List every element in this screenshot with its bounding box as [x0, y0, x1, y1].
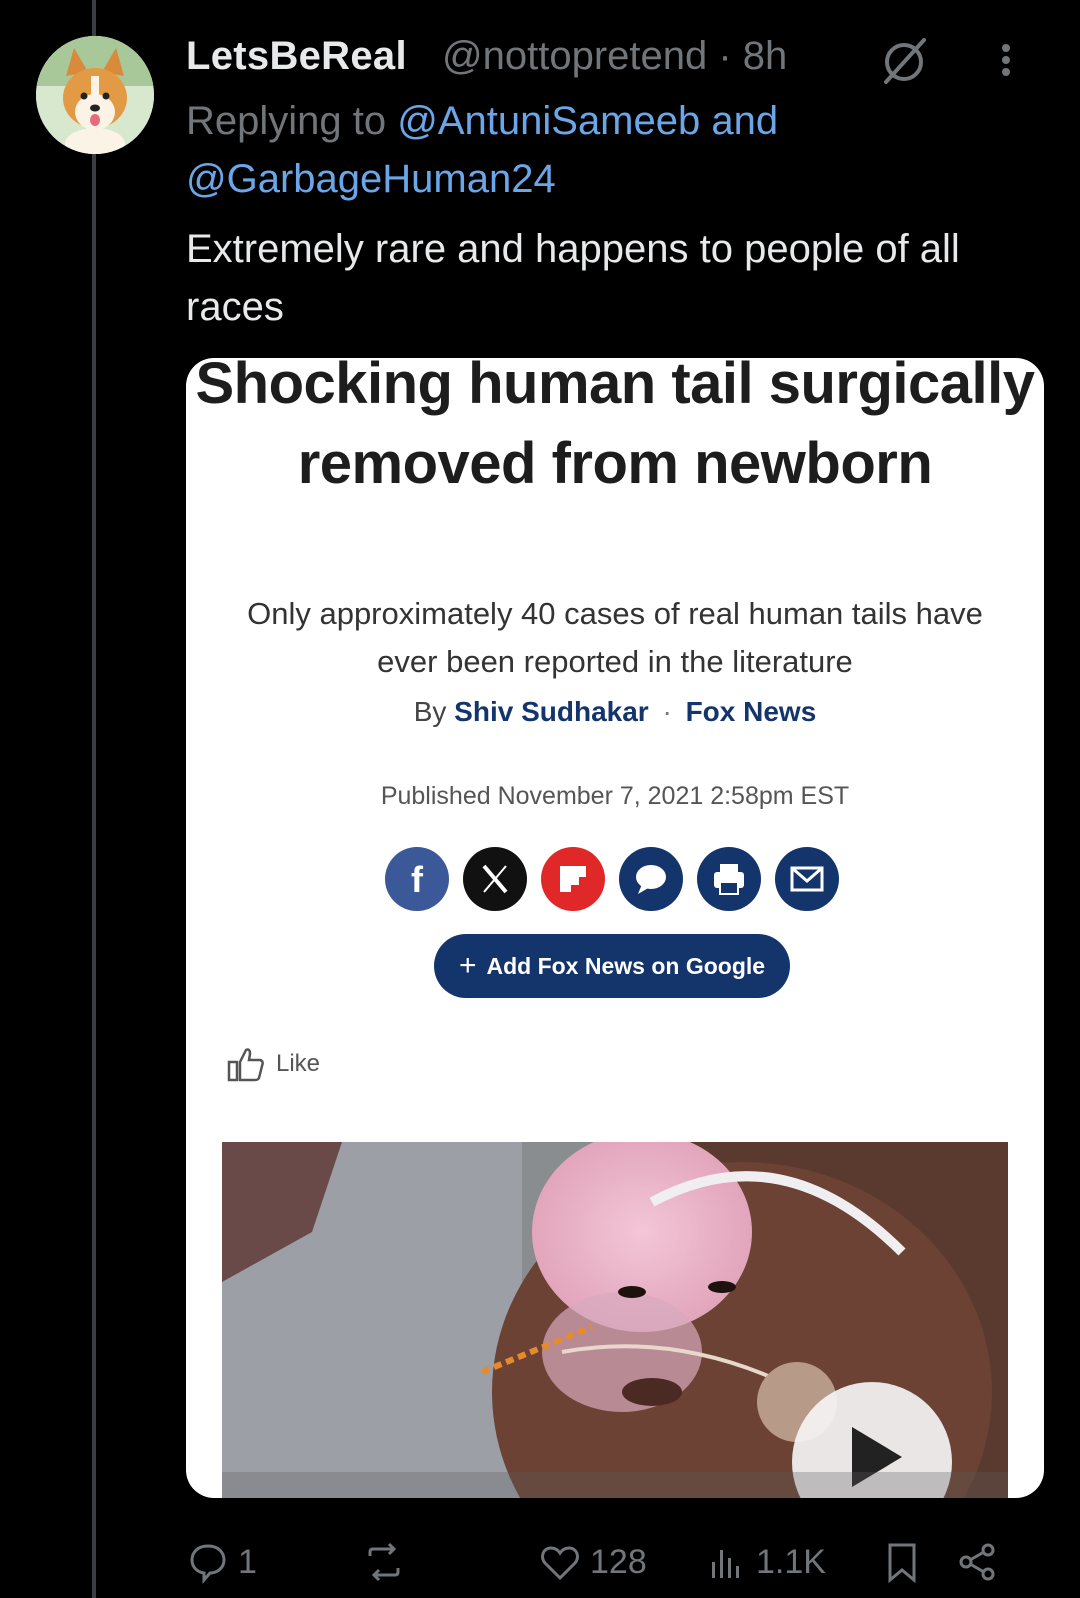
thumbs-up-icon [227, 1048, 264, 1082]
byline-separator: · [662, 696, 672, 727]
tweet-header: LetsBeReal @nottopretend · 8h [186, 30, 1056, 86]
mention-antunisameeb[interactable]: @AntuniSameeb [397, 99, 700, 143]
facebook-icon: f [384, 846, 450, 912]
like-label: Like [276, 1050, 321, 1077]
share-button[interactable] [956, 1540, 1008, 1584]
like-count: 128 [590, 1542, 647, 1581]
article-like: Like [226, 1044, 320, 1084]
svg-text:f: f [411, 859, 424, 900]
grok-icon[interactable] [876, 32, 932, 88]
handle-and-time[interactable]: @nottopretend · 8h [442, 34, 787, 79]
published-date: Published November 7, 2021 2:58pm EST [380, 782, 850, 810]
thread-line [92, 0, 96, 1598]
bookmark-button[interactable] [880, 1540, 932, 1584]
share-icon [959, 1543, 995, 1581]
mention-and: and [700, 99, 779, 143]
article-photo [222, 1142, 1008, 1498]
heart-icon [541, 1546, 579, 1581]
flipboard-icon [540, 846, 606, 912]
email-icon [774, 846, 840, 912]
article-headline: Shocking human tail surgically removed f… [195, 358, 1035, 496]
article-byline: By Shiv Sudhakar · Fox News [186, 696, 1044, 728]
repost-icon [368, 1542, 400, 1582]
like-button[interactable]: 128 [538, 1540, 647, 1584]
add-fox-news-google-button: + Add Fox News on Google [434, 934, 790, 998]
avatar-corgi-image [36, 36, 154, 154]
tweet-text: Extremely rare and happens to people of … [186, 227, 960, 329]
views-icon [712, 1550, 739, 1578]
comment-icon [618, 846, 684, 912]
more-options-icon[interactable] [994, 40, 1018, 80]
replying-to: Replying to @AntuniSameeb and @GarbageHu… [186, 92, 1056, 208]
plus-icon: + [458, 949, 477, 982]
views-button[interactable]: 1.1K [704, 1540, 826, 1584]
google-button-label: Add Fox News on Google [486, 952, 766, 979]
x-icon [462, 846, 528, 912]
bookmark-icon [888, 1543, 916, 1584]
views-count: 1.1K [756, 1542, 826, 1581]
avatar[interactable] [36, 36, 154, 154]
print-icon [696, 846, 762, 912]
byline-prefix: By [413, 696, 447, 727]
repost-button[interactable] [362, 1540, 414, 1584]
article-outlet: Fox News [685, 696, 817, 727]
display-name[interactable]: LetsBeReal [186, 34, 407, 79]
reply-count: 1 [238, 1542, 257, 1581]
article-subhead: Only approximately 40 cases of real huma… [247, 596, 983, 679]
article-author: Shiv Sudhakar [454, 696, 649, 727]
reply-button[interactable]: 1 [186, 1540, 257, 1584]
attached-image-card[interactable]: Shocking human tail surgically removed f… [186, 358, 1044, 1498]
reply-icon [190, 1544, 226, 1584]
replying-prefix: Replying to [186, 99, 398, 143]
tweet-actions: 1 128 1.1K [186, 1540, 1056, 1596]
mention-garbagehuman24[interactable]: @GarbageHuman24 [186, 157, 556, 201]
